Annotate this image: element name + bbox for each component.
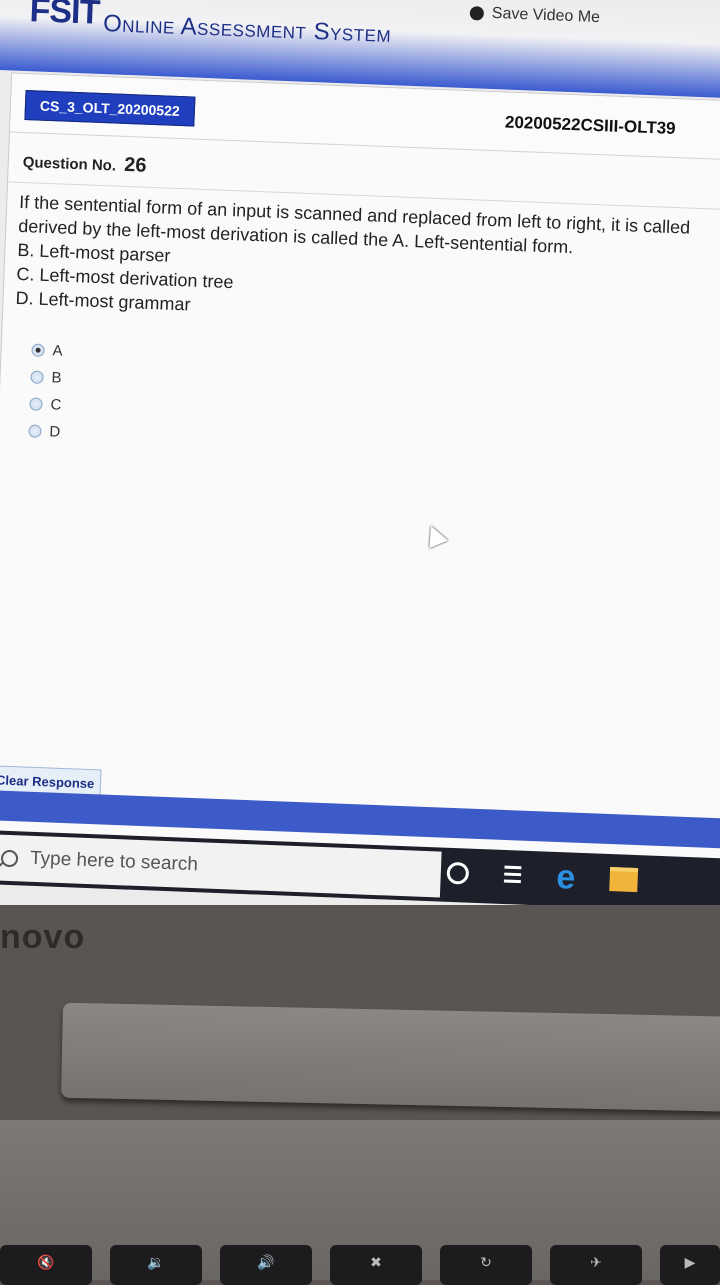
question-panel: CS_3_OLT_20200522 20200522CSIII-OLT39 Qu… (0, 72, 720, 864)
question-text: If the sentential form of an input is sc… (15, 190, 720, 338)
refresh-key-icon[interactable]: ↻ (440, 1245, 532, 1285)
answer-option-a[interactable]: A (31, 336, 64, 364)
question-number-text: Question No. (22, 154, 117, 175)
mouse-cursor-icon (421, 521, 448, 549)
airplane-key-icon[interactable]: ✈ (550, 1245, 642, 1285)
cortana-icon[interactable] (446, 861, 470, 885)
volume-up-key-icon[interactable]: 🔊 (220, 1245, 312, 1285)
volume-down-key-icon[interactable]: 🔉 (110, 1245, 202, 1285)
record-icon (469, 6, 485, 21)
institute-logo: FSIT (28, 0, 100, 32)
question-number-label: Question No. 26 (22, 150, 147, 178)
answer-option-b[interactable]: B (30, 363, 63, 391)
search-icon (0, 849, 19, 867)
mute-key-icon[interactable]: 🔇 (0, 1245, 92, 1285)
radio-d[interactable] (28, 424, 42, 438)
question-number-value: 26 (123, 153, 147, 177)
answer-label-b: B (51, 369, 62, 387)
search-placeholder: Type here to search (29, 847, 199, 876)
task-view-icon[interactable]: ☰ (502, 862, 523, 889)
answer-option-c[interactable]: C (29, 390, 62, 418)
answer-label-a: A (52, 342, 63, 360)
laptop-brand-logo: novo (0, 918, 86, 956)
radio-b[interactable] (30, 370, 44, 384)
radio-c[interactable] (29, 397, 43, 411)
laptop-hinge (61, 1002, 720, 1113)
browser-viewport: FSIT Online Assessment System Save Video… (0, 0, 720, 905)
answer-label-c: C (50, 396, 62, 414)
lock-key-icon[interactable]: ▶ (660, 1245, 720, 1285)
laptop-screen: FSIT Online Assessment System Save Video… (0, 0, 720, 905)
taskbar-icons: ☰ e (446, 858, 638, 897)
mic-mute-key-icon[interactable]: ✖ (330, 1245, 422, 1285)
answer-radio-group: A B C D (28, 336, 64, 445)
radio-a[interactable] (31, 343, 45, 357)
file-explorer-icon[interactable] (608, 867, 638, 893)
function-key-row: 🔇 🔉 🔊 ✖ ↻ ✈ ▶ (0, 1245, 720, 1285)
section-tab[interactable]: CS_3_OLT_20200522 (24, 90, 196, 127)
answer-option-d[interactable]: D (28, 417, 61, 445)
edge-browser-icon[interactable]: e (556, 858, 576, 897)
answer-label-d: D (49, 423, 61, 441)
paper-code: 20200522CSIII-OLT39 (504, 112, 676, 139)
